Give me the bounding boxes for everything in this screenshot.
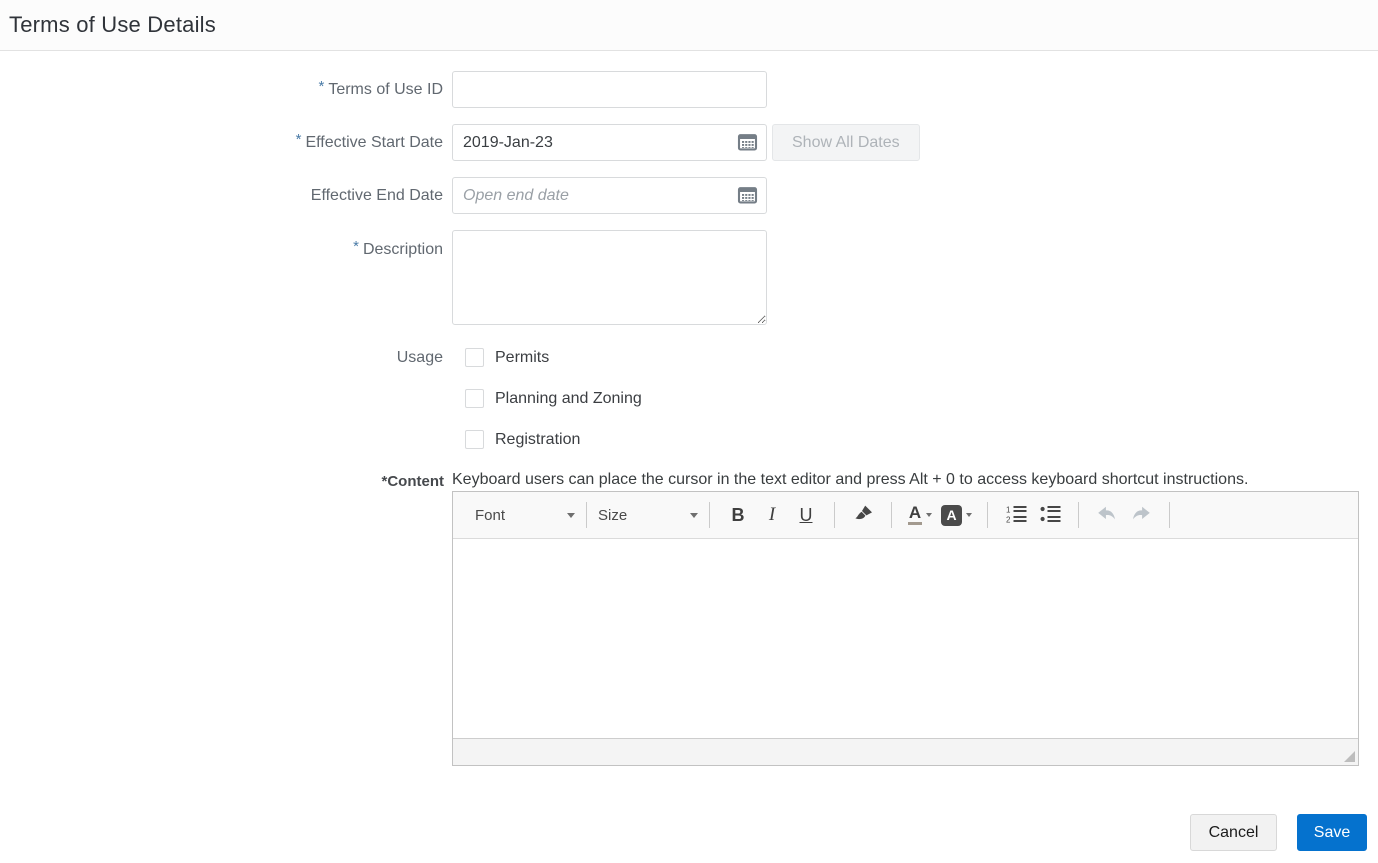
svg-text:2: 2 xyxy=(1006,515,1011,523)
bold-icon: B xyxy=(731,504,745,525)
rich-text-editor: Font Size B I U A A 1 2 xyxy=(452,491,1359,766)
size-dropdown[interactable]: Size xyxy=(598,507,698,524)
text-color-icon: A xyxy=(907,504,923,525)
bullet-list-button[interactable] xyxy=(1035,498,1065,532)
underline-button[interactable]: U xyxy=(791,498,821,532)
editor-toolbar: Font Size B I U A A 1 2 xyxy=(453,492,1358,539)
page-title: Terms of Use Details xyxy=(9,12,216,37)
toolbar-divider xyxy=(834,502,835,528)
page-header: Terms of Use Details xyxy=(0,0,1378,51)
calendar-icon xyxy=(737,131,758,155)
usage-label: Usage xyxy=(396,349,443,366)
checkbox-row-permits[interactable]: Permits xyxy=(465,348,642,367)
description-row: * Description xyxy=(0,230,1378,325)
terms-of-use-form: *Terms of Use ID *Effective Start Date xyxy=(0,51,1378,851)
paint-format-button[interactable] xyxy=(848,498,878,532)
description-textarea[interactable] xyxy=(452,230,767,325)
keyboard-shortcut-hint: Keyboard users can place the cursor in t… xyxy=(452,471,1249,488)
ordered-list-button[interactable]: 1 2 xyxy=(1001,498,1031,532)
permits-checkbox-label[interactable]: Permits xyxy=(495,349,549,367)
bold-button[interactable]: B xyxy=(723,498,753,532)
toolbar-divider xyxy=(709,502,710,528)
content-row: *Content Keyboard users can place the cu… xyxy=(0,470,1378,766)
content-field: Keyboard users can place the cursor in t… xyxy=(452,470,1359,766)
italic-button[interactable]: I xyxy=(757,498,787,532)
save-button[interactable]: Save xyxy=(1297,814,1367,851)
end-date-label: Effective End Date xyxy=(310,186,443,204)
toolbar-divider xyxy=(987,502,988,528)
svg-text:1: 1 xyxy=(1006,505,1011,514)
terms-id-input[interactable] xyxy=(452,71,767,108)
bullet-list-icon xyxy=(1040,505,1061,526)
terms-id-row: * Terms of Use ID xyxy=(0,71,1378,108)
background-color-button[interactable]: A xyxy=(939,498,974,532)
resize-handle-icon[interactable] xyxy=(1344,751,1355,762)
undo-icon xyxy=(1097,506,1117,524)
required-asterisk: * xyxy=(318,77,325,95)
registration-checkbox[interactable] xyxy=(465,430,484,449)
underline-icon: U xyxy=(799,504,813,525)
start-date-label: * Effective Start Date xyxy=(295,130,443,151)
redo-icon xyxy=(1131,506,1151,524)
paintbrush-icon xyxy=(853,504,874,527)
form-actions: Cancel Save xyxy=(0,814,1378,851)
toolbar-divider xyxy=(586,502,587,528)
start-date-row: *Effective Start Date Show A xyxy=(0,124,1378,161)
end-date-row: Effective End Date xyxy=(0,177,1378,214)
checkbox-row-planning-and-zoning[interactable]: Planning and Zoning xyxy=(465,389,642,408)
end-date-field xyxy=(452,177,767,214)
planning-and-zoning-checkbox[interactable] xyxy=(465,389,484,408)
description-label: * Description xyxy=(353,238,443,258)
start-date-calendar-button[interactable] xyxy=(735,131,759,155)
start-date-input[interactable] xyxy=(452,124,767,161)
italic-icon: I xyxy=(768,504,776,525)
font-dropdown[interactable]: Font xyxy=(475,507,575,524)
permits-checkbox[interactable] xyxy=(465,348,484,367)
editor-statusbar xyxy=(453,738,1358,765)
chevron-down-icon xyxy=(567,512,575,518)
calendar-icon xyxy=(737,184,758,208)
toolbar-divider xyxy=(1169,502,1170,528)
toolbar-divider xyxy=(1078,502,1079,528)
end-date-calendar-button[interactable] xyxy=(735,184,759,208)
required-asterisk: * xyxy=(353,238,359,255)
start-date-field xyxy=(452,124,767,161)
text-color-button[interactable]: A xyxy=(905,498,935,532)
chevron-down-icon xyxy=(690,512,698,518)
registration-checkbox-label[interactable]: Registration xyxy=(495,431,580,449)
show-all-dates-button[interactable]: Show All Dates xyxy=(772,124,920,161)
toolbar-divider xyxy=(891,502,892,528)
cancel-button[interactable]: Cancel xyxy=(1190,814,1277,851)
required-asterisk: * xyxy=(295,130,302,148)
usage-checkbox-group: Permits Planning and Zoning Registration xyxy=(465,348,642,449)
chevron-down-icon xyxy=(966,513,972,517)
planning-and-zoning-checkbox-label[interactable]: Planning and Zoning xyxy=(495,390,642,408)
end-date-input[interactable] xyxy=(452,177,767,214)
checkbox-row-registration[interactable]: Registration xyxy=(465,430,642,449)
content-label: *Content xyxy=(381,473,445,490)
background-color-icon: A xyxy=(941,504,962,526)
editor-content-area[interactable] xyxy=(453,539,1358,738)
terms-id-label: * Terms of Use ID xyxy=(318,77,443,98)
usage-row: Usage Permits Planning and Zoning Regist… xyxy=(0,348,1378,449)
chevron-down-icon xyxy=(926,513,933,517)
ordered-list-icon: 1 2 xyxy=(1006,505,1027,526)
redo-button[interactable] xyxy=(1126,498,1156,532)
undo-button[interactable] xyxy=(1092,498,1122,532)
